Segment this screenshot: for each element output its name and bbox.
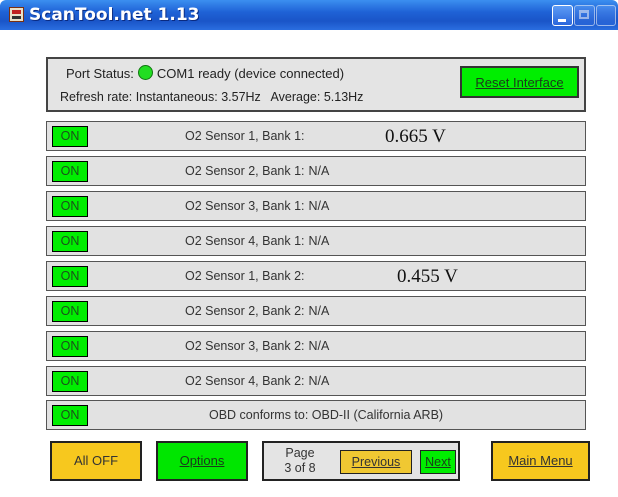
sensor-row: ON O2 Sensor 3, Bank 1: N/A: [46, 191, 586, 221]
scantool-window: ScanTool.net 1.13 Port Status: COM1 ready…: [0, 0, 618, 497]
sensor-name: O2 Sensor 1, Bank 1:: [185, 129, 305, 143]
all-off-button[interactable]: All OFF: [50, 441, 142, 481]
reset-interface-button[interactable]: Reset Interface: [460, 66, 579, 98]
options-button[interactable]: Options: [156, 441, 248, 481]
sensor-on-toggle-button[interactable]: ON: [52, 301, 88, 322]
sensor-row: ON O2 Sensor 1, Bank 2: 0.455 V: [46, 261, 586, 291]
sensor-on-toggle-button[interactable]: ON: [52, 161, 88, 182]
sensor-value-text: N/A: [308, 339, 330, 353]
previous-page-button[interactable]: Previous: [340, 450, 412, 474]
page-label: Page: [285, 446, 315, 460]
sensor-name: O2 Sensor 1, Bank 2:: [185, 269, 305, 283]
sensor-row: ON O2 Sensor 2, Bank 1: N/A: [46, 156, 586, 186]
page-indicator: Page 3 of 8: [274, 446, 326, 476]
sensor-on-toggle-button[interactable]: ON: [52, 336, 88, 357]
sensor-label-group: O2 Sensor 2, Bank 1: N/A: [185, 164, 329, 178]
sensor-on-toggle-button[interactable]: ON: [52, 266, 88, 287]
sensor-label-group: O2 Sensor 2, Bank 2: N/A: [185, 304, 329, 318]
pagination-panel: Page 3 of 8 Previous Next: [262, 441, 460, 481]
sensor-name: O2 Sensor 4, Bank 1:: [185, 234, 305, 248]
maximize-button[interactable]: [574, 5, 595, 26]
sensor-on-toggle-button[interactable]: ON: [52, 126, 88, 147]
sensor-row: ON O2 Sensor 3, Bank 2: N/A: [46, 331, 586, 361]
sensor-label-group: O2 Sensor 3, Bank 2: N/A: [185, 339, 329, 353]
sensor-voltage-reading: 0.455 V: [397, 266, 458, 287]
obd-conformance-row: ON OBD conforms to: OBD-II (California A…: [46, 400, 586, 430]
page-count: 3 of 8: [284, 461, 316, 475]
minimize-button[interactable]: [552, 5, 573, 26]
sensor-row: ON O2 Sensor 2, Bank 2: N/A: [46, 296, 586, 326]
sensor-value-text: N/A: [308, 234, 330, 248]
sensor-name: O2 Sensor 3, Bank 2:: [185, 339, 305, 353]
sensor-row: ON O2 Sensor 4, Bank 2: N/A: [46, 366, 586, 396]
port-status-line: Port Status: COM1 ready (device connected…: [66, 65, 344, 81]
refresh-rate-text: Refresh rate: Instantaneous: 3.57Hz Aver…: [60, 90, 364, 104]
sensor-on-toggle-button[interactable]: ON: [52, 196, 88, 217]
sensor-label-group: O2 Sensor 4, Bank 1: N/A: [185, 234, 329, 248]
sensor-on-toggle-button[interactable]: ON: [52, 371, 88, 392]
sensor-name: O2 Sensor 3, Bank 1:: [185, 199, 305, 213]
sensor-value-text: N/A: [308, 164, 330, 178]
sensor-label-group: O2 Sensor 1, Bank 2:: [185, 269, 309, 283]
port-status-led-icon: [137, 65, 153, 80]
close-button[interactable]: [596, 5, 616, 26]
port-status-text: COM1 ready (device connected): [156, 66, 345, 81]
app-icon: [9, 7, 24, 22]
obd-conformance-label: OBD conforms to: OBD-II (California ARB): [209, 408, 444, 422]
sensor-name: O2 Sensor 2, Bank 2:: [185, 304, 305, 318]
sensor-name: O2 Sensor 2, Bank 1:: [185, 164, 305, 178]
port-status-prefix: Port Status:: [66, 66, 134, 81]
window-title: ScanTool.net 1.13: [29, 5, 200, 25]
title-bar[interactable]: ScanTool.net 1.13: [0, 0, 618, 30]
sensor-voltage-reading: 0.665 V: [385, 126, 446, 147]
sensor-row: ON O2 Sensor 4, Bank 1: N/A: [46, 226, 586, 256]
sensor-label-group: O2 Sensor 1, Bank 1:: [185, 129, 309, 143]
main-menu-button[interactable]: Main Menu: [491, 441, 590, 481]
next-page-button[interactable]: Next: [420, 450, 456, 474]
sensor-label-group: O2 Sensor 3, Bank 1: N/A: [185, 199, 329, 213]
sensor-value-text: N/A: [308, 304, 330, 318]
sensor-on-toggle-button[interactable]: ON: [52, 231, 88, 252]
sensor-name: O2 Sensor 4, Bank 2:: [185, 374, 305, 388]
sensor-row: ON O2 Sensor 1, Bank 1: 0.665 V: [46, 121, 586, 151]
obd-on-toggle-button[interactable]: ON: [52, 405, 88, 426]
sensor-value-text: N/A: [308, 374, 330, 388]
sensor-value-text: N/A: [308, 199, 330, 213]
sensor-label-group: O2 Sensor 4, Bank 2: N/A: [185, 374, 329, 388]
